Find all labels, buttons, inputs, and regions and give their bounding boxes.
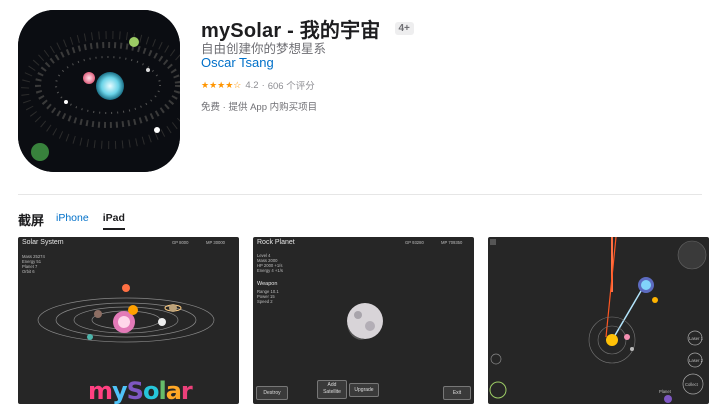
shot2-title: Rock Planet: [257, 239, 295, 246]
laser2-label[interactable]: Laser 2: [689, 358, 703, 363]
app-icon: [18, 10, 180, 172]
shot1-mp: MP 30000: [206, 240, 226, 245]
price-note: 免费 · 提供 App 内购买项目: [201, 102, 318, 113]
rating-value: 4.2: [245, 79, 259, 91]
rock-planet-art: [346, 303, 383, 340]
rating-separator: ·: [261, 79, 265, 91]
mysolar-logo: mySolar: [88, 377, 193, 404]
rating-stars: ★★★★☆: [201, 79, 242, 90]
age-rating-badge: 4+: [394, 22, 414, 35]
upgrade-button[interactable]: Upgrade: [349, 383, 379, 397]
tab-iphone[interactable]: iPhone: [56, 212, 89, 230]
rating-row: ★★★★☆ 4.2 · 606 个评分: [201, 78, 315, 93]
app-icon-art: [18, 10, 180, 172]
shot2-weapon-title: Weapon: [257, 281, 278, 287]
exit-button[interactable]: Exit: [443, 386, 471, 400]
screenshot-2[interactable]: Rock Planet GP 93280 MP 709350 Level 4 M…: [253, 237, 474, 404]
shot2-stats: Level 4 Mass 2000 HP 2000 +1/s Energy 4 …: [257, 253, 283, 273]
add-satellite-button[interactable]: Add Satellite: [317, 380, 347, 399]
screenshot-1[interactable]: Solar System GP 8000 MP 30000 Mass 25274…: [18, 237, 239, 404]
developer-link[interactable]: Oscar Tsang: [201, 55, 274, 70]
screenshots-title: 截屏: [18, 213, 45, 228]
shot2-mp: MP 709350: [441, 240, 463, 245]
battle-scene-art: [489, 237, 707, 403]
laser1-label[interactable]: Laser 1: [689, 336, 703, 341]
collect-label[interactable]: Collect: [685, 382, 698, 387]
planet-label: Planet: [659, 389, 671, 394]
rating-count: 606 个评分: [267, 81, 315, 92]
tab-ipad[interactable]: iPad: [102, 212, 125, 230]
shot2-weapon-stat: Speed 2: [257, 299, 273, 304]
screenshot-3[interactable]: Laser 1 Laser 2 Collect Planet: [488, 237, 709, 404]
destroy-button[interactable]: Destroy: [256, 386, 288, 400]
shot1-title: Solar System: [22, 239, 64, 246]
shot2-stat: Energy 4 +1/s: [257, 268, 283, 273]
divider: [18, 194, 702, 195]
shot1-gp: GP 8000: [172, 240, 189, 245]
device-tabs: iPhone iPad: [56, 212, 125, 230]
shot2-weapon-stats: Range 10.1 Power 15 Speed 2: [257, 289, 279, 304]
shot2-gp: GP 93280: [405, 240, 424, 245]
